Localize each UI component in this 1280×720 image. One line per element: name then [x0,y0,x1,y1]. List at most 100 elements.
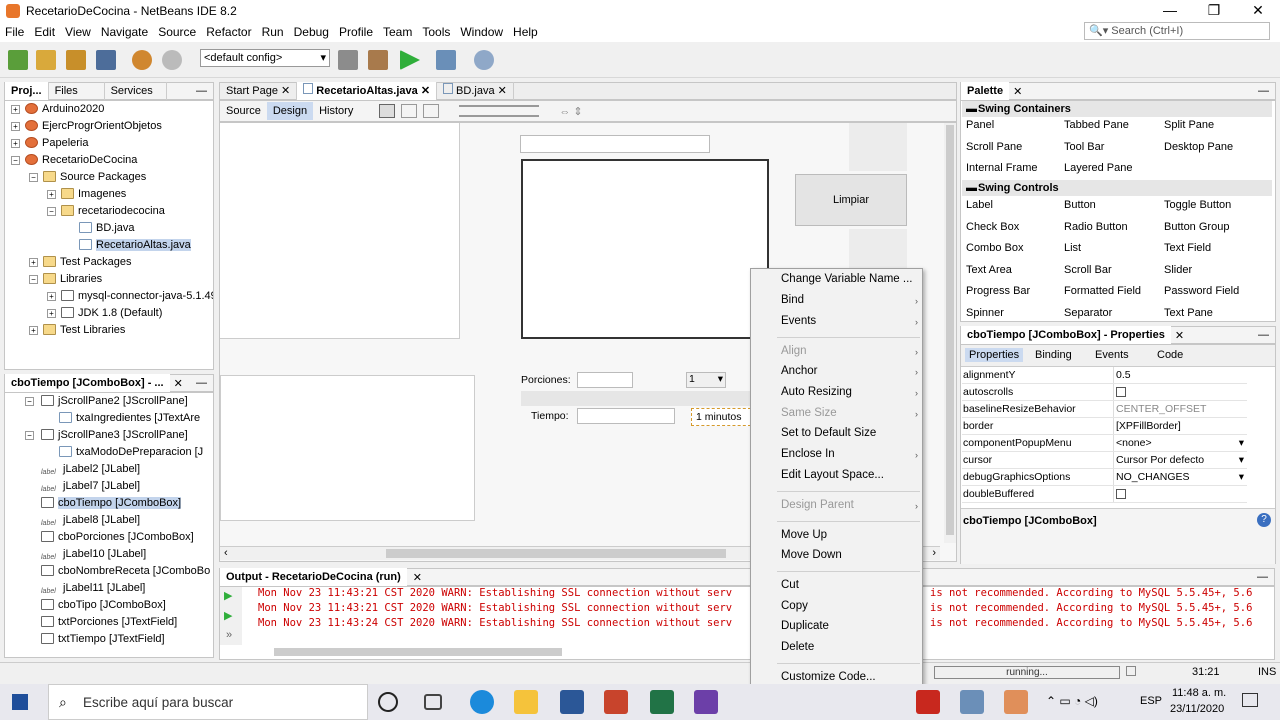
taskbar-search[interactable]: ⌕ Escribe aquí para buscar [48,684,368,720]
rerun-icon[interactable]: ▶ [224,589,232,602]
expand-toggle-icon[interactable]: + [47,309,56,318]
view-source[interactable]: Source [220,102,267,120]
excel-icon[interactable] [650,690,674,714]
porciones-combo[interactable]: 1 ▾ [686,372,726,388]
tab-start-page[interactable]: Start Page ✕ [220,82,298,100]
align-icons[interactable] [459,105,540,117]
close-icon[interactable]: ✕ [1175,329,1184,342]
tab-services[interactable]: Services [105,82,167,100]
netbeans-taskbar-icon[interactable] [960,690,984,714]
menu-view[interactable]: View [60,25,96,39]
navigator-item[interactable]: − jScrollPane2 [JScrollPane] [5,393,213,410]
debug-icon[interactable] [436,50,456,70]
tree-item[interactable]: RecetarioAltas.java [5,237,213,254]
palette-button-group[interactable]: Button Group [1164,221,1229,233]
selection-mode-icon[interactable] [379,104,396,118]
palette-radio-button[interactable]: Radio Button [1064,221,1128,233]
help-icon[interactable]: ? [1257,513,1271,527]
menu-profile[interactable]: Profile [334,25,378,39]
close-icon[interactable]: ✕ [421,85,430,97]
palette-label[interactable]: Label [966,199,993,211]
menu-source[interactable]: Source [153,25,201,39]
vertical-scrollbar[interactable] [944,123,956,543]
word-icon[interactable] [560,690,584,714]
scroll-thumb[interactable] [946,125,954,535]
menu-item-auto-resizing[interactable]: Auto Resizing [781,386,852,398]
palette-text-area[interactable]: Text Area [966,264,1012,276]
clean-build-icon[interactable] [368,50,388,70]
scroll-right-icon[interactable]: › [932,547,936,559]
tree-item[interactable]: − Libraries [5,271,213,288]
expand-toggle-icon[interactable]: + [11,139,20,148]
save-all-icon[interactable] [96,50,116,70]
build-icon[interactable] [338,50,358,70]
navigator-item[interactable]: label jLabel7 [JLabel] [5,478,213,495]
form-panel-left[interactable] [220,123,460,339]
tab-bd[interactable]: BD.java ✕ [437,82,514,100]
tab-code[interactable]: Code [1157,349,1183,361]
menu-item-set-to-default-size[interactable]: Set to Default Size [781,427,876,439]
minimize-panel-icon[interactable]: — [196,85,213,97]
tab-properties[interactable]: Properties [965,348,1024,362]
clock-time[interactable]: 11:48 a. m. [1172,687,1226,699]
expand-toggle-icon[interactable]: − [25,431,34,440]
palette-text-pane[interactable]: Text Pane [1164,307,1213,319]
property-value[interactable] [1113,486,1247,502]
windows-start-icon[interactable] [12,694,28,710]
palette-tool-bar[interactable]: Tool Bar [1064,141,1104,153]
limpiar-button[interactable]: Limpiar [795,174,907,226]
minimize-panel-icon[interactable]: — [1257,571,1274,583]
menu-item-move-up[interactable]: Move Up [781,529,827,541]
minimize-panel-icon[interactable]: — [1258,85,1275,97]
menu-item-move-down[interactable]: Move Down [781,549,842,561]
palette-panel[interactable]: Panel [966,119,994,131]
palette-split-pane[interactable]: Split Pane [1164,119,1214,131]
rerun-icon[interactable]: ▶ [224,609,232,622]
expand-toggle-icon[interactable]: − [29,173,38,182]
maximize-button[interactable]: ❐ [1192,0,1236,22]
run-icon[interactable] [400,50,420,70]
navigator-item[interactable]: txaModoDePreparacion [J [5,444,213,461]
chevron-down-icon[interactable]: ▾ [1239,435,1244,452]
section-swing-controls[interactable]: ▬ Swing Controls [962,180,1272,196]
menu-item-enclose-in[interactable]: Enclose In [781,448,835,460]
property-row[interactable]: alignmentY 0.5 [962,367,1247,384]
expand-toggle-icon[interactable]: + [29,326,38,335]
tree-item[interactable]: + Arduino2020 [5,101,213,118]
property-row[interactable]: baselineResizeBehavior CENTER_OFFSET [962,401,1247,418]
clock-date[interactable]: 23/11/2020 [1170,703,1224,715]
navigator-item[interactable]: label jLabel8 [JLabel] [5,512,213,529]
view-history[interactable]: History [313,102,359,120]
navigator-item[interactable]: cboTiempo [JComboBox] [5,495,213,512]
menu-refactor[interactable]: Refactor [201,25,256,39]
minimize-panel-icon[interactable]: — [1258,329,1275,341]
menu-item-duplicate[interactable]: Duplicate [781,620,829,632]
tab-projects[interactable]: Proj... [5,82,49,100]
tree-item[interactable]: + Papeleria [5,135,213,152]
tiempo-combo[interactable]: 1 minutos [691,408,751,426]
redo-icon[interactable] [162,50,182,70]
scroll-pane[interactable] [521,159,769,339]
palette-tabbed-pane[interactable]: Tabbed Pane [1064,119,1129,131]
tree-item[interactable]: + JDK 1.8 (Default) [5,305,213,322]
expand-toggle-icon[interactable]: + [29,258,38,267]
navigator-item[interactable]: txtPorciones [JTextField] [5,614,213,631]
tree-item[interactable]: + Test Libraries [5,322,213,339]
chevron-down-icon[interactable]: ▾ [1239,469,1244,486]
mysql-icon[interactable] [1004,690,1028,714]
tray-icons[interactable]: ⌃ ▭ ◔ ◁) [1046,694,1098,708]
navigator-item[interactable]: cboPorciones [JComboBox] [5,529,213,546]
menu-navigate[interactable]: Navigate [96,25,153,39]
view-design[interactable]: Design [266,102,314,120]
expand-toggle-icon[interactable]: + [47,292,56,301]
menu-item-events[interactable]: Events [781,315,816,327]
palette-spinner[interactable]: Spinner [966,307,1004,319]
cortana-icon[interactable] [378,692,398,712]
expand-toggle-icon[interactable]: − [29,275,38,284]
property-value[interactable] [1113,384,1247,400]
edge-icon[interactable] [470,690,494,714]
new-project-icon[interactable] [36,50,56,70]
tiempo-field[interactable] [577,408,675,424]
property-value[interactable]: Cursor Por defecto ▾ [1113,452,1247,468]
search-input[interactable]: 🔍▾ Search (Ctrl+I) [1084,22,1270,40]
